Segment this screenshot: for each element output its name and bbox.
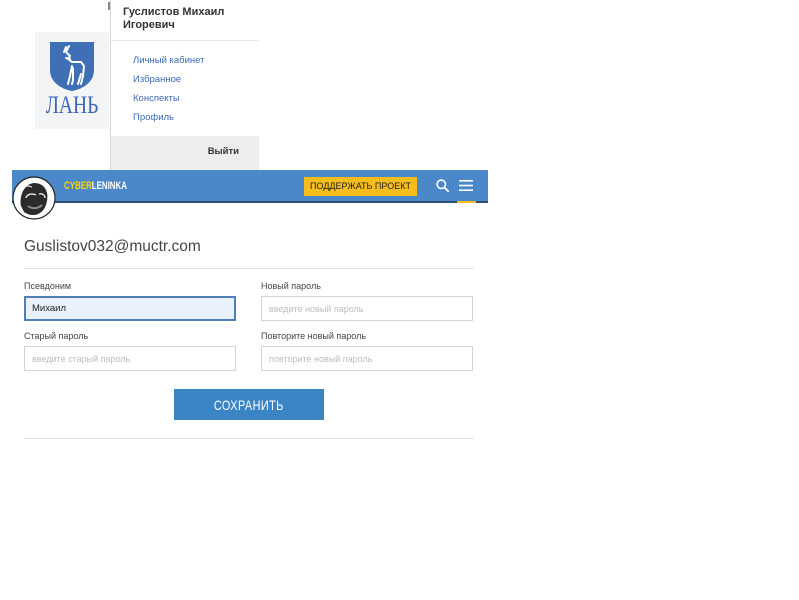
account-email: Guslistov032@muctr.com (24, 238, 201, 255)
site-header: CYBERLENINKA ПОДДЕРЖАТЬ ПРОЕКТ (12, 170, 488, 203)
menu-icon[interactable] (459, 179, 473, 192)
nickname-label: Псевдоним (24, 281, 72, 291)
divider (111, 40, 259, 41)
lan-logo: ЛАНЬ (35, 32, 109, 129)
save-button-label: СОХРАНИТЬ (214, 396, 284, 413)
user-name: Гуслистов Михаил Игоревич (123, 6, 225, 31)
site-logo[interactable]: CYBERLENINKA (64, 180, 127, 192)
old-password-label: Старый пароль (24, 331, 89, 341)
logout-button[interactable]: Выйти (208, 146, 239, 157)
repeat-password-label: Повторите новый пароль (261, 331, 367, 341)
user-dropdown-menu: Гуслистов Михаил Игоревич Личный кабинет… (110, 0, 259, 170)
save-button[interactable]: СОХРАНИТЬ (174, 389, 324, 420)
brand-prefix: CYBER (64, 180, 92, 192)
lenin-avatar-icon (12, 176, 56, 220)
new-password-label: Новый пароль (261, 281, 321, 291)
support-project-button[interactable]: ПОДДЕРЖАТЬ ПРОЕКТ (304, 177, 417, 196)
menu-item-notes[interactable]: Конспекты (133, 93, 180, 104)
old-password-input[interactable] (24, 346, 236, 371)
logout-area: Выйти (111, 136, 259, 170)
search-icon[interactable] (436, 179, 449, 192)
deer-shield-icon (50, 42, 94, 91)
brand-suffix: LENINKA (91, 180, 127, 192)
lan-logo-text: ЛАНЬ (45, 92, 99, 119)
menu-active-indicator (457, 201, 476, 203)
menu-item-favorites[interactable]: Избранное (133, 74, 181, 85)
new-password-input[interactable] (261, 296, 473, 321)
divider (24, 268, 474, 269)
divider (24, 438, 474, 439)
menu-item-personal-account[interactable]: Личный кабинет (133, 55, 204, 66)
menu-item-profile[interactable]: Профиль (133, 112, 174, 123)
nickname-input[interactable] (24, 296, 236, 321)
repeat-password-input[interactable] (261, 346, 473, 371)
